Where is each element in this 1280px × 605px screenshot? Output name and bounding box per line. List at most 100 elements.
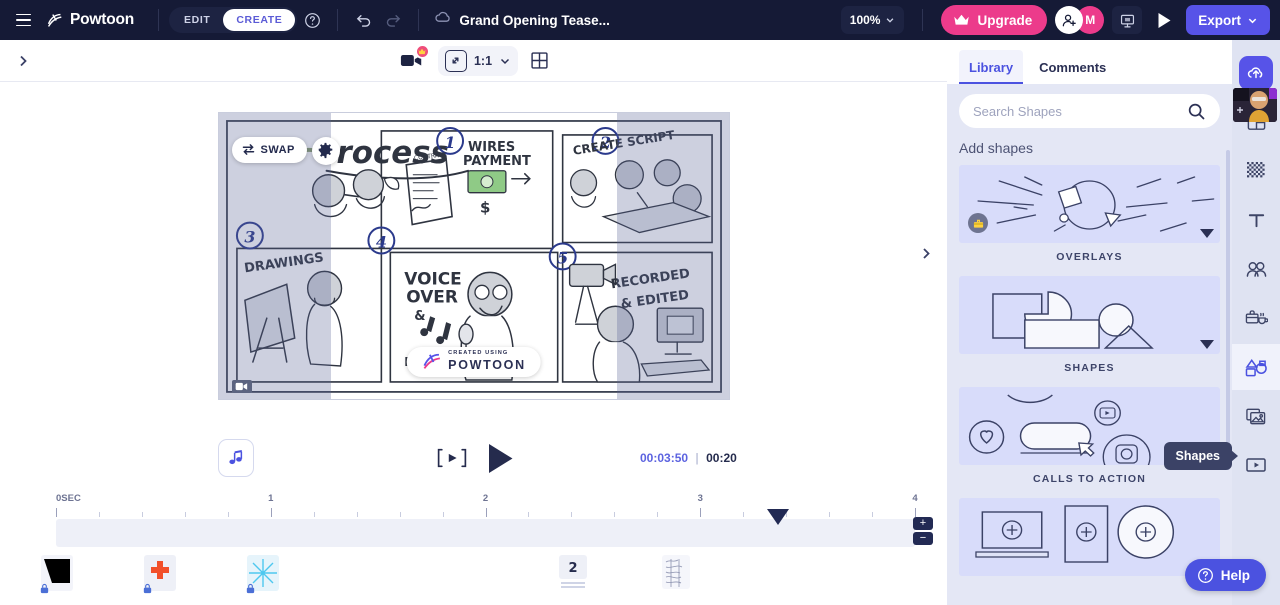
layer-thumbnail (659, 553, 693, 593)
music-button[interactable] (218, 439, 254, 477)
canvas-mask-right (616, 112, 729, 399)
chevron-right-icon (923, 247, 930, 259)
tool-rail (1232, 40, 1280, 605)
project-title[interactable]: Grand Opening Tease... (459, 13, 610, 28)
timeline-zoom-out-button[interactable]: − (913, 532, 933, 545)
total-time: 00:20 (706, 451, 737, 465)
hamburger-icon[interactable] (10, 7, 36, 33)
mode-create-button[interactable]: CREATE (223, 9, 296, 31)
category-preview[interactable] (959, 276, 1220, 354)
chevron-down-icon (887, 18, 894, 23)
upgrade-button[interactable]: Upgrade (941, 5, 1048, 35)
zoom-level-selector[interactable]: 100% (840, 6, 905, 34)
timeline-zoom-in-button[interactable]: + (913, 517, 933, 530)
ruler-label: 3 (697, 493, 703, 504)
preview-play-button[interactable] (1150, 6, 1178, 34)
category-preview[interactable] (959, 165, 1220, 243)
table-row[interactable] (659, 553, 693, 593)
table-row[interactable] (246, 553, 280, 593)
table-row[interactable] (40, 553, 74, 593)
swap-arrows-icon (242, 144, 254, 155)
canvas-toolbar: 1:1 (0, 40, 947, 82)
music-note-icon (228, 450, 242, 465)
shapes-icon[interactable] (1232, 344, 1280, 390)
search-box[interactable] (959, 94, 1220, 128)
help-label: Help (1220, 567, 1250, 583)
divider (922, 9, 924, 31)
category-next (959, 498, 1220, 576)
watermark-brand: POWTOON (448, 358, 526, 373)
undo-arrow-icon[interactable] (348, 5, 378, 35)
crown-badge-icon (414, 43, 430, 59)
svg-text:1: 1 (444, 132, 455, 151)
chevron-down-icon[interactable] (499, 55, 511, 67)
next-slide-button[interactable] (919, 246, 933, 265)
scene-camera-button[interactable] (398, 43, 430, 73)
chevron-right-icon (20, 55, 27, 66)
fit-to-screen-icon[interactable] (444, 49, 467, 72)
category-preview[interactable] (959, 498, 1220, 576)
editor-body: 1:1 rocess 1 2 3 4 5 CONTRACT WIRES PAYM… (0, 40, 1280, 605)
timeline-layers: 2 (0, 553, 947, 601)
lock-icon (38, 582, 50, 594)
divider (418, 9, 420, 31)
layer-thumbnail: 2 (556, 553, 590, 593)
props-icon[interactable] (1232, 295, 1280, 341)
search-icon[interactable] (1187, 102, 1206, 121)
background-icon[interactable] (1232, 148, 1280, 194)
category-overlays: OVERLAYS (959, 165, 1220, 263)
panel-scrollbar[interactable] (1226, 150, 1230, 470)
question-circle-icon[interactable] (297, 5, 327, 35)
timeline-playhead[interactable] (767, 509, 789, 525)
brand-logo[interactable]: Powtoon (42, 11, 148, 29)
swap-button[interactable]: SWAP (231, 136, 307, 163)
powtoon-watermark: CREATED USING POWTOON (406, 346, 541, 377)
play-icon (1158, 12, 1171, 28)
crown-icon (954, 14, 970, 25)
cloud-saved-icon (433, 8, 453, 33)
tab-library[interactable]: Library (959, 50, 1024, 84)
expand-caret-icon[interactable] (1200, 229, 1214, 238)
help-button[interactable]: Help (1184, 559, 1266, 591)
images-icon[interactable] (1232, 393, 1280, 439)
premium-badge-icon (968, 213, 988, 233)
play-triangle-icon (489, 443, 513, 473)
gear-icon[interactable] (311, 136, 340, 165)
play-scene-button[interactable] (433, 446, 471, 470)
presentation-icon[interactable] (1112, 6, 1143, 34)
top-bar: Powtoon EDIT CREATE Grand Opening Tease.… (0, 0, 1280, 40)
webcam-thumbnail[interactable] (1233, 88, 1277, 122)
canvas-tools-center: 1:1 (0, 43, 947, 76)
library-panel: Library Comments Add shapes (947, 40, 1232, 605)
divider (158, 9, 160, 31)
canvas-ratio-value[interactable]: 1:1 (474, 54, 492, 68)
ruler-label: 4 (912, 493, 918, 504)
category-calls-to-action: CALLS TO ACTION (959, 387, 1220, 485)
table-row[interactable] (143, 553, 177, 593)
topbar-left-group: Powtoon EDIT CREATE Grand Opening Tease.… (10, 5, 610, 35)
expand-caret-icon[interactable] (1200, 340, 1214, 349)
expand-left-panel-button[interactable] (0, 54, 46, 68)
redo-arrow-icon[interactable] (378, 5, 408, 35)
table-row[interactable]: 2 (556, 553, 590, 593)
search-input[interactable] (973, 103, 1179, 119)
play-scene-icon (437, 448, 467, 468)
play-all-button[interactable] (487, 443, 514, 474)
grid-icon[interactable] (530, 51, 549, 70)
watermark-top-label: CREATED USING (448, 350, 509, 357)
svg-text:OVER: OVER (406, 286, 458, 306)
library-scroll-area[interactable]: Add shapes OVERLAYS SHAPES CALLS TO ACTI… (947, 136, 1232, 605)
characters-icon[interactable] (1232, 246, 1280, 292)
right-panel: Library Comments Add shapes (947, 40, 1280, 605)
tab-comments[interactable]: Comments (1029, 50, 1116, 84)
text-icon[interactable] (1232, 197, 1280, 243)
playback-controls (0, 443, 947, 474)
current-time: 00:03:50 (640, 451, 689, 465)
ruler-label: 2 (482, 493, 489, 504)
mode-switcher: EDIT CREATE (169, 7, 298, 33)
video-icon[interactable] (1232, 442, 1280, 488)
slide-canvas[interactable]: rocess 1 2 3 4 5 CONTRACT WIRES PAYMENT … (217, 111, 730, 400)
svg-text:&: & (414, 309, 425, 324)
mode-edit-button[interactable]: EDIT (171, 9, 223, 31)
export-button[interactable]: Export (1186, 5, 1270, 35)
